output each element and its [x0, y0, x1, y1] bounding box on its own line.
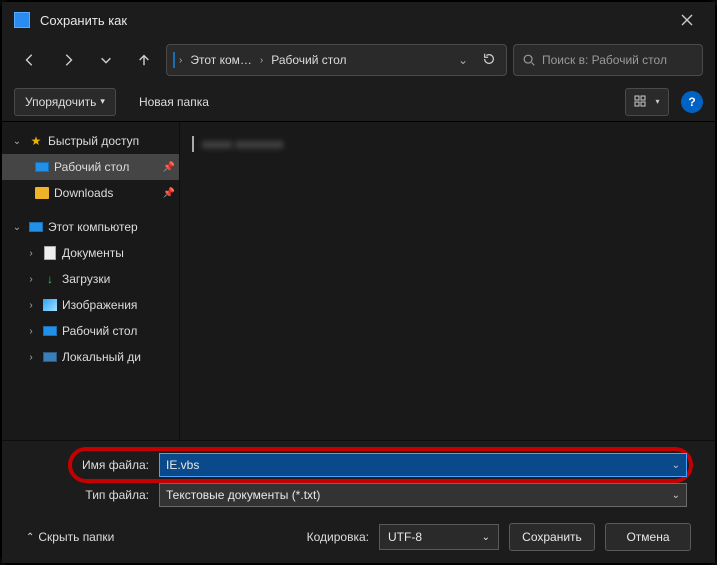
- nav-row: › Этот ком… › Рабочий стол ⌄ Поиск в: Ра…: [2, 38, 715, 82]
- desktop-icon: [34, 159, 50, 175]
- chevron-right-icon[interactable]: ›: [24, 248, 38, 259]
- forward-button[interactable]: [52, 44, 84, 76]
- pin-icon: 📌: [163, 162, 175, 173]
- doc-icon: [42, 245, 58, 261]
- titlebar: Сохранить как: [2, 2, 715, 38]
- hide-folders-button[interactable]: ⌃ Скрыть папки: [26, 530, 114, 544]
- tree-item-desktop2[interactable]: › Рабочий стол: [2, 318, 179, 344]
- tree-item-localdisk[interactable]: › Локальный ди: [2, 344, 179, 370]
- cancel-button[interactable]: Отмена: [605, 523, 691, 551]
- encoding-label: Кодировка:: [307, 530, 369, 544]
- breadcrumb[interactable]: Рабочий стол: [267, 51, 350, 69]
- toolbar: Упорядочить ▾ Новая папка ▾ ?: [2, 82, 715, 122]
- chevron-down-icon[interactable]: ⌄: [482, 532, 490, 543]
- tree-item-documents[interactable]: › Документы: [2, 240, 179, 266]
- tree-item-downloads2[interactable]: › ↓ Загрузки: [2, 266, 179, 292]
- tree-item-downloads[interactable]: Downloads 📌: [2, 180, 179, 206]
- chevron-down-icon[interactable]: ⌄: [672, 490, 680, 501]
- address-dropdown[interactable]: ⌄: [452, 53, 474, 67]
- folder-icon: [34, 185, 50, 201]
- view-button[interactable]: ▾: [625, 88, 669, 116]
- address-bar[interactable]: › Этот ком… › Рабочий стол ⌄: [166, 44, 507, 76]
- body: ⌄ ★ Быстрый доступ Рабочий стол 📌 Downlo…: [2, 122, 715, 440]
- breadcrumb[interactable]: Этот ком…: [186, 51, 256, 69]
- star-icon: ★: [28, 133, 44, 149]
- chevron-down-icon: ▾: [100, 96, 105, 107]
- chevron-right-icon[interactable]: ›: [24, 274, 38, 285]
- disk-icon: [42, 349, 58, 365]
- back-button[interactable]: [14, 44, 46, 76]
- filetype-label: Тип файла:: [74, 488, 149, 502]
- window-title: Сохранить как: [40, 13, 665, 28]
- save-as-dialog: Сохранить как › Этот ком… › Рабочий стол…: [2, 2, 715, 563]
- pin-icon: 📌: [163, 188, 175, 199]
- new-folder-button[interactable]: Новая папка: [128, 88, 220, 116]
- search-placeholder: Поиск в: Рабочий стол: [542, 53, 667, 67]
- search-icon: [522, 53, 536, 67]
- chevron-down-icon[interactable]: ⌄: [672, 460, 680, 471]
- file-list[interactable]: xxxxx xxxxxxxx: [180, 122, 715, 440]
- help-button[interactable]: ?: [681, 91, 703, 113]
- pc-icon: [28, 219, 44, 235]
- image-icon: [42, 297, 58, 313]
- chevron-right-icon[interactable]: ›: [24, 326, 38, 337]
- organize-button[interactable]: Упорядочить ▾: [14, 88, 116, 116]
- refresh-button[interactable]: [478, 52, 500, 69]
- footer: ⌃ Скрыть папки Кодировка: UTF-8 ⌄ Сохран…: [14, 513, 703, 551]
- filetype-select[interactable]: Текстовые документы (*.txt) ⌄: [159, 483, 687, 507]
- filename-row: Имя файла: IE.vbs ⌄: [74, 453, 687, 477]
- chevron-right-icon: ›: [179, 55, 182, 66]
- view-grid-icon: [634, 95, 652, 109]
- chevron-right-icon: ›: [260, 55, 263, 66]
- nav-tree: ⌄ ★ Быстрый доступ Рабочий стол 📌 Downlo…: [2, 122, 180, 440]
- pc-icon: [173, 53, 175, 67]
- tree-this-pc[interactable]: ⌄ Этот компьютер: [2, 214, 179, 240]
- tree-quick-access[interactable]: ⌄ ★ Быстрый доступ: [2, 128, 179, 154]
- chevron-right-icon[interactable]: ›: [24, 352, 38, 363]
- close-button[interactable]: [665, 5, 709, 35]
- tree-item-pictures[interactable]: › Изображения: [2, 292, 179, 318]
- chevron-right-icon[interactable]: ›: [24, 300, 38, 311]
- file-item[interactable]: xxxxx xxxxxxxx: [192, 130, 703, 158]
- filename-label: Имя файла:: [74, 458, 149, 472]
- chevron-down-icon[interactable]: ⌄: [10, 136, 24, 147]
- download-icon: ↓: [42, 271, 58, 287]
- tree-item-desktop[interactable]: Рабочий стол 📌: [2, 154, 179, 180]
- filetype-row: Тип файла: Текстовые документы (*.txt) ⌄: [74, 483, 687, 507]
- notepad-icon: [14, 12, 30, 28]
- chevron-down-icon[interactable]: ⌄: [10, 222, 24, 233]
- encoding-select[interactable]: UTF-8 ⌄: [379, 524, 499, 550]
- up-button[interactable]: [128, 44, 160, 76]
- file-icon: [192, 137, 194, 151]
- chevron-up-icon: ⌃: [26, 532, 34, 543]
- bottom-form: Имя файла: IE.vbs ⌄ Тип файла: Текстовые…: [2, 440, 715, 563]
- desktop-icon: [42, 323, 58, 339]
- recent-button[interactable]: [90, 44, 122, 76]
- search-input[interactable]: Поиск в: Рабочий стол: [513, 44, 703, 76]
- filename-input[interactable]: IE.vbs ⌄: [159, 453, 687, 477]
- save-button[interactable]: Сохранить: [509, 523, 595, 551]
